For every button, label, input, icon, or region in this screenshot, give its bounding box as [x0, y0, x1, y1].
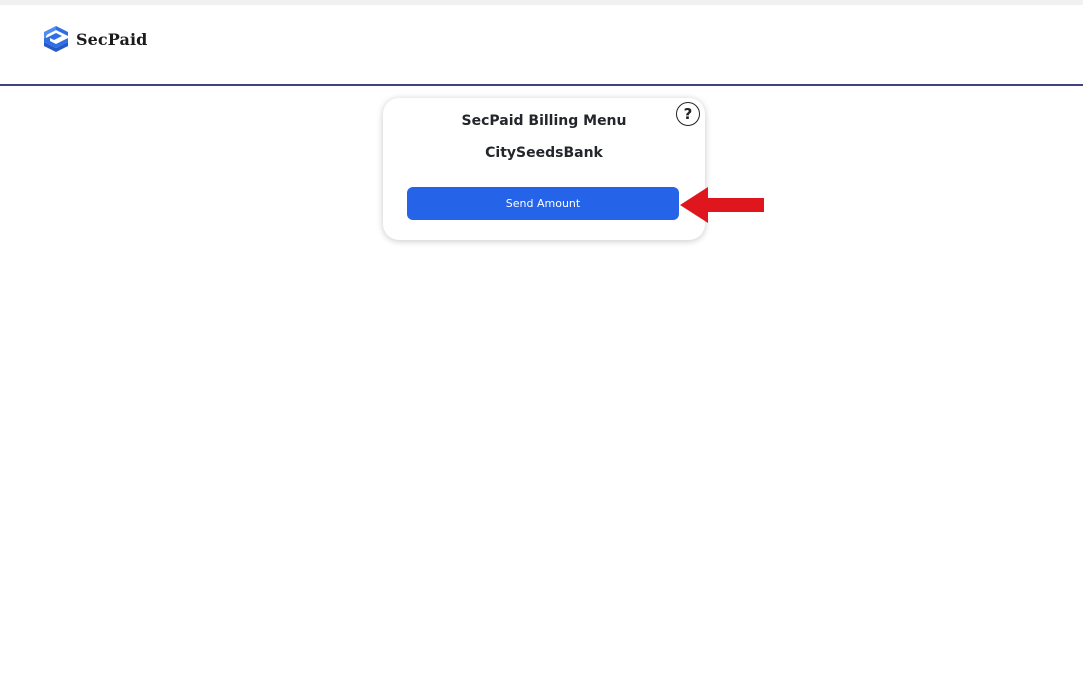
brand-name: SecPaid	[76, 29, 148, 49]
card-title: SecPaid Billing Menu	[461, 113, 627, 129]
secpaid-logo-icon	[44, 26, 68, 52]
brand[interactable]: SecPaid	[42, 25, 147, 53]
send-amount-button[interactable]: Send Amount	[407, 187, 679, 220]
red-arrow-icon	[680, 187, 764, 223]
merchant-name: CitySeedsBank	[485, 145, 603, 161]
billing-menu-card: ? SecPaid Billing Menu CitySeedsBank Sen…	[383, 98, 705, 240]
site-header: SecPaid	[0, 5, 1083, 86]
